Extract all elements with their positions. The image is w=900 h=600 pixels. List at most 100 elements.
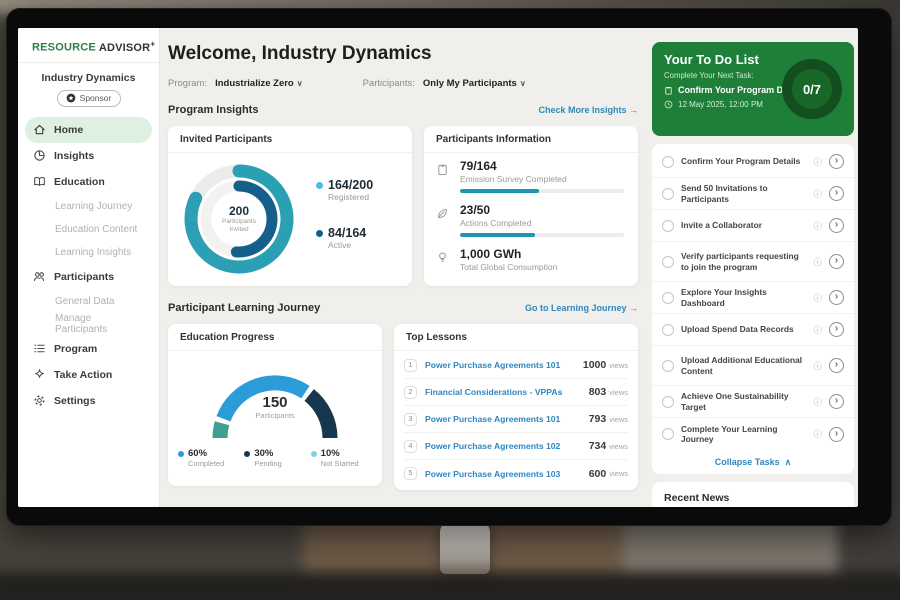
sidebar: RESOURCE ADVISOR+ Industry Dynamics Spon… bbox=[18, 28, 160, 507]
task-checkbox[interactable] bbox=[662, 324, 674, 336]
lesson-row: 1 Power Purchase Agreements 101 1000view… bbox=[404, 352, 628, 379]
participants-information-card: Participants Information 79/164 Emission… bbox=[424, 126, 638, 286]
dashboard-screen: RESOURCE ADVISOR+ Industry Dynamics Spon… bbox=[18, 28, 858, 507]
lesson-link[interactable]: Financial Considerations - VPPAs bbox=[425, 387, 589, 397]
lesson-row: 2 Financial Considerations - VPPAs 803vi… bbox=[404, 379, 628, 406]
sidebar-item-home[interactable]: Home bbox=[25, 117, 152, 143]
info-icon: ⓘ bbox=[813, 188, 822, 200]
rank-badge: 3 bbox=[404, 413, 417, 426]
task-checkbox[interactable] bbox=[662, 188, 674, 200]
rank-badge: 1 bbox=[404, 359, 417, 372]
task-checkbox[interactable] bbox=[662, 156, 674, 168]
chevron-right-icon[interactable]: › bbox=[829, 358, 844, 373]
sidebar-item-take-action[interactable]: Take Action bbox=[25, 362, 152, 388]
filter-bar: Program: Industrialize Zero∨ Participant… bbox=[168, 78, 526, 89]
education-progress-card: Education Progress 150 Participants bbox=[168, 324, 382, 486]
rank-badge: 5 bbox=[404, 467, 417, 480]
task-checkbox[interactable] bbox=[662, 292, 674, 304]
arrow-right-icon: → bbox=[629, 105, 638, 115]
sidebar-nav: Home Insights Education Learning Journey… bbox=[18, 117, 159, 414]
card-title: Invited Participants bbox=[168, 126, 412, 153]
sponsor-badge[interactable]: Sponsor bbox=[57, 90, 121, 107]
card-title: Education Progress bbox=[168, 324, 382, 351]
spark-icon bbox=[33, 368, 46, 381]
collapse-tasks-link[interactable]: Collapse Tasks∧ bbox=[652, 450, 854, 474]
info-icon: ⓘ bbox=[813, 428, 822, 440]
info-icon: ⓘ bbox=[813, 324, 822, 336]
sidebar-item-education-content[interactable]: Education Content bbox=[25, 218, 152, 241]
participants-select[interactable]: Only My Participants∨ bbox=[423, 78, 526, 89]
info-icon: ⓘ bbox=[813, 292, 822, 304]
info-icon: ⓘ bbox=[813, 220, 822, 232]
sidebar-item-participants[interactable]: Participants bbox=[25, 264, 152, 290]
task-checkbox[interactable] bbox=[662, 428, 674, 440]
task-row[interactable]: Upload Additional Educational Content ⓘ … bbox=[652, 346, 854, 386]
task-list-card: Confirm Your Program Details ⓘ › Send 50… bbox=[652, 144, 854, 474]
sidebar-item-learning-insights[interactable]: Learning Insights bbox=[25, 241, 152, 264]
education-legend: 60% Completed 30% Pending 10% Not Starte… bbox=[178, 448, 376, 468]
legend-dot bbox=[244, 451, 250, 457]
lesson-link[interactable]: Power Purchase Agreements 102 bbox=[425, 441, 589, 451]
gear-icon bbox=[33, 394, 46, 407]
emission-survey-row: 79/164 Emission Survey Completed bbox=[436, 159, 624, 193]
sidebar-item-insights[interactable]: Insights bbox=[25, 143, 152, 169]
chevron-right-icon[interactable]: › bbox=[829, 290, 844, 305]
sidebar-item-program[interactable]: Program bbox=[25, 336, 152, 362]
task-checkbox[interactable] bbox=[662, 396, 674, 408]
sidebar-item-settings[interactable]: Settings bbox=[25, 388, 152, 414]
chevron-right-icon[interactable]: › bbox=[829, 322, 844, 337]
task-row[interactable]: Upload Spend Data Records ⓘ › bbox=[652, 314, 854, 346]
task-checkbox[interactable] bbox=[662, 360, 674, 372]
progress-track bbox=[460, 233, 624, 237]
legend-dot bbox=[178, 451, 184, 457]
legend-dot bbox=[316, 182, 323, 189]
task-checkbox[interactable] bbox=[662, 256, 674, 268]
lesson-row: 3 Power Purchase Agreements 101 793views bbox=[404, 406, 628, 433]
task-row[interactable]: Invite a Collaborator ⓘ › bbox=[652, 210, 854, 242]
sidebar-item-manage-participants[interactable]: Manage Participants bbox=[25, 313, 152, 336]
arrow-right-icon: → bbox=[629, 303, 638, 313]
chevron-down-icon: ∨ bbox=[520, 79, 526, 88]
clock-icon bbox=[664, 100, 673, 109]
rank-badge: 4 bbox=[404, 440, 417, 453]
actions-completed-row: 23/50 Actions Completed bbox=[436, 203, 624, 237]
task-row[interactable]: Complete Your Learning Journey ⓘ › bbox=[652, 418, 854, 450]
program-select[interactable]: Industrialize Zero∨ bbox=[215, 78, 303, 89]
chevron-right-icon[interactable]: › bbox=[829, 154, 844, 169]
chevron-right-icon[interactable]: › bbox=[829, 427, 844, 442]
list-icon bbox=[33, 342, 46, 355]
monitor-stand bbox=[440, 522, 490, 574]
todo-progress-ring: 0/7 bbox=[780, 57, 844, 121]
go-to-learning-journey-link[interactable]: Go to Learning Journey → bbox=[525, 303, 638, 313]
desk-scene: RESOURCE ADVISOR+ Industry Dynamics Spon… bbox=[0, 0, 900, 600]
task-checkbox[interactable] bbox=[662, 220, 674, 232]
check-more-insights-link[interactable]: Check More Insights → bbox=[538, 105, 638, 115]
legend-registered: 164/200 Registered bbox=[316, 178, 408, 202]
info-icon: ⓘ bbox=[813, 360, 822, 372]
chevron-right-icon[interactable]: › bbox=[829, 254, 844, 269]
sidebar-item-general-data[interactable]: General Data bbox=[25, 290, 152, 313]
lesson-link[interactable]: Power Purchase Agreements 101 bbox=[425, 414, 589, 424]
rank-badge: 2 bbox=[404, 386, 417, 399]
task-row[interactable]: Confirm Your Program Details ⓘ › bbox=[652, 146, 854, 178]
sidebar-item-learning-journey[interactable]: Learning Journey bbox=[25, 195, 152, 218]
task-row[interactable]: Explore Your Insights Dashboard ⓘ › bbox=[652, 282, 854, 314]
task-row[interactable]: Achieve One Sustainability Target ⓘ › bbox=[652, 386, 854, 418]
lesson-link[interactable]: Power Purchase Agreements 101 bbox=[425, 360, 583, 370]
program-filter-label: Program: bbox=[168, 78, 207, 89]
gauge-center-label: 150 Participants bbox=[190, 394, 360, 420]
donut-center-label: 200 ParticipantsInvited bbox=[176, 156, 302, 282]
task-row[interactable]: Send 50 Invitations to Participants ⓘ › bbox=[652, 178, 854, 210]
leaf-icon bbox=[436, 207, 449, 220]
task-row[interactable]: Verify participants requesting to join t… bbox=[652, 242, 854, 282]
lesson-link[interactable]: Power Purchase Agreements 103 bbox=[425, 469, 589, 479]
chevron-right-icon[interactable]: › bbox=[829, 186, 844, 201]
people-icon bbox=[33, 270, 46, 283]
education-gauge-chart: 150 Participants bbox=[190, 356, 360, 451]
chevron-up-icon: ∧ bbox=[785, 457, 792, 468]
chevron-right-icon[interactable]: › bbox=[829, 394, 844, 409]
global-consumption-row: 1,000 GWh Total Global Consumption bbox=[436, 247, 624, 272]
main-content: Welcome, Industry Dynamics Program: Indu… bbox=[160, 28, 648, 507]
sidebar-item-education[interactable]: Education bbox=[25, 169, 152, 195]
chevron-right-icon[interactable]: › bbox=[829, 218, 844, 233]
